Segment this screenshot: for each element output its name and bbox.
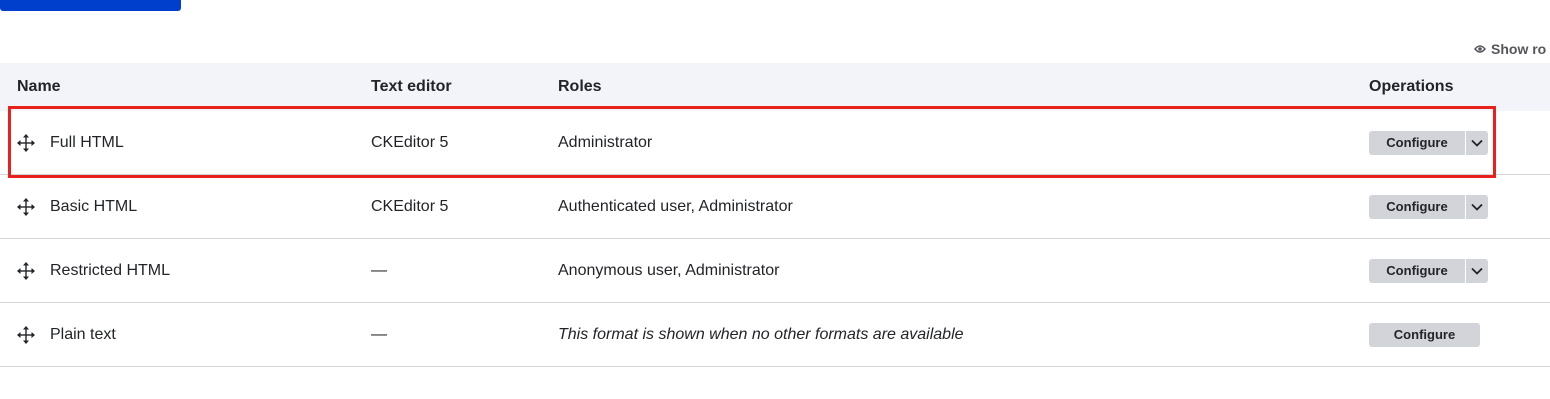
table-row: Basic HTML CKEditor 5 Authenticated user… — [0, 175, 1550, 239]
eye-icon — [1474, 44, 1486, 54]
roles-value: This format is shown when no other forma… — [558, 325, 964, 343]
format-name: Full HTML — [50, 133, 124, 151]
chevron-down-icon — [1471, 267, 1483, 275]
table-header: Name Text editor Roles Operations — [0, 63, 1550, 111]
roles-value: Anonymous user, Administrator — [558, 261, 780, 279]
text-editor-value: CKEditor 5 — [371, 197, 449, 215]
operations-toggle-button[interactable] — [1465, 130, 1488, 155]
text-editor-value: — — [371, 261, 387, 279]
format-name: Basic HTML — [50, 197, 138, 215]
roles-value: Authenticated user, Administrator — [558, 197, 793, 215]
show-row-weights-link[interactable]: Show ro — [1474, 41, 1546, 57]
header-name: Name — [17, 78, 61, 95]
header-text-editor: Text editor — [371, 78, 452, 95]
header-operations: Operations — [1369, 78, 1454, 95]
roles-value: Administrator — [558, 133, 653, 151]
configure-button[interactable]: Configure — [1369, 258, 1465, 283]
operations-dropbutton: Configure — [1369, 322, 1480, 347]
move-arrows-icon[interactable] — [16, 325, 36, 345]
configure-button[interactable]: Configure — [1369, 194, 1465, 219]
move-arrows-icon[interactable] — [16, 261, 36, 281]
format-name: Plain text — [50, 325, 116, 343]
operations-dropbutton: Configure — [1369, 258, 1488, 283]
text-formats-table: Name Text editor Roles Operations Full H… — [0, 63, 1550, 367]
operations-dropbutton: Configure — [1369, 194, 1488, 219]
header-roles: Roles — [558, 78, 602, 95]
format-name: Restricted HTML — [50, 261, 171, 279]
chevron-down-icon — [1471, 203, 1483, 211]
table-row: Full HTML CKEditor 5 Administrator Confi… — [0, 111, 1550, 175]
configure-button[interactable]: Configure — [1369, 130, 1465, 155]
move-arrows-icon[interactable] — [16, 133, 36, 153]
add-text-format-button[interactable] — [0, 0, 181, 11]
text-editor-value: CKEditor 5 — [371, 133, 449, 151]
text-editor-value: — — [371, 325, 387, 343]
configure-button[interactable]: Configure — [1369, 322, 1480, 347]
show-row-weights-label: Show ro — [1491, 41, 1547, 57]
chevron-down-icon — [1471, 139, 1483, 147]
operations-toggle-button[interactable] — [1465, 194, 1488, 219]
table-row: Restricted HTML — Anonymous user, Admini… — [0, 239, 1550, 303]
operations-dropbutton: Configure — [1369, 130, 1488, 155]
move-arrows-icon[interactable] — [16, 197, 36, 217]
operations-toggle-button[interactable] — [1465, 258, 1488, 283]
table-row: Plain text — This format is shown when n… — [0, 303, 1550, 367]
